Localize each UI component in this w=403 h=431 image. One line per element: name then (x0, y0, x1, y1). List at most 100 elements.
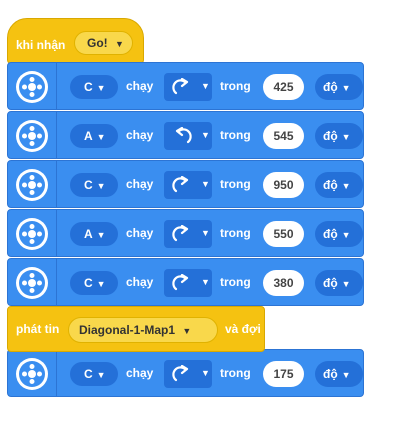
unit-dropdown[interactable]: độ ▼ (315, 361, 363, 387)
run-label: chạy (126, 177, 154, 191)
direction-dropdown[interactable]: ▼ (164, 269, 212, 297)
block-divider (56, 161, 57, 207)
hat-label: khi nhận (16, 38, 66, 52)
chevron-down-icon: ▼ (341, 181, 351, 191)
for-label: trong (220, 226, 251, 240)
amount-input[interactable]: 550 (263, 221, 304, 247)
chevron-down-icon: ▼ (96, 370, 106, 380)
chevron-down-icon: ▼ (341, 230, 351, 240)
run-label: chạy (126, 275, 154, 289)
broadcast-prefix: phát tin (16, 322, 60, 336)
broadcast-and-wait-block[interactable]: phát tin Diagonal-1-Map1 ▼ và đợi (7, 306, 265, 352)
port-label: A (84, 129, 93, 143)
unit-dropdown[interactable]: độ ▼ (315, 270, 363, 296)
motor-run-block[interactable]: C ▼ chạy ▼ trong 425 độ ▼ (7, 62, 364, 110)
port-label: C (84, 367, 93, 381)
motor-icon (16, 71, 48, 103)
motor-run-block[interactable]: A ▼ chạy ▼ trong 545 độ ▼ (7, 111, 364, 159)
block-divider (56, 63, 57, 109)
rotate-clockwise-icon (172, 78, 189, 95)
when-i-receive-hat-block[interactable]: khi nhận Go! ▼ (7, 18, 144, 64)
rotate-clockwise-icon (172, 225, 189, 242)
unit-label: độ (323, 367, 338, 381)
chevron-down-icon: ▼ (115, 39, 124, 49)
direction-dropdown[interactable]: ▼ (164, 360, 212, 388)
direction-dropdown[interactable]: ▼ (164, 171, 212, 199)
motor-run-block[interactable]: C ▼ chạy ▼ trong 175 độ ▼ (7, 349, 364, 397)
motor-icon (16, 120, 48, 152)
amount-input[interactable]: 380 (263, 270, 304, 296)
chevron-down-icon: ▼ (341, 132, 351, 142)
unit-dropdown[interactable]: độ ▼ (315, 221, 363, 247)
unit-dropdown[interactable]: độ ▼ (315, 123, 363, 149)
amount-input[interactable]: 950 (263, 172, 304, 198)
motor-icon (16, 267, 48, 299)
rotate-clockwise-icon (172, 176, 189, 193)
chevron-down-icon: ▼ (96, 132, 106, 142)
broadcast-message-label: Diagonal-1-Map1 (79, 323, 176, 337)
direction-dropdown[interactable]: ▼ (164, 220, 212, 248)
unit-label: độ (323, 227, 338, 241)
rotate-clockwise-icon (172, 274, 189, 291)
amount-input[interactable]: 545 (263, 123, 304, 149)
unit-dropdown[interactable]: độ ▼ (315, 172, 363, 198)
motor-icon (16, 358, 48, 390)
chevron-down-icon: ▼ (96, 279, 106, 289)
chevron-down-icon: ▼ (96, 181, 106, 191)
chevron-down-icon: ▼ (182, 326, 192, 336)
motor-icon (16, 169, 48, 201)
unit-dropdown[interactable]: độ ▼ (315, 74, 363, 100)
broadcast-message-dropdown[interactable]: Diagonal-1-Map1 ▼ (68, 317, 218, 343)
port-dropdown[interactable]: C ▼ (70, 173, 118, 197)
run-label: chạy (126, 128, 154, 142)
motor-run-block[interactable]: C ▼ chạy ▼ trong 380 độ ▼ (7, 258, 364, 306)
unit-label: độ (323, 276, 338, 290)
chevron-down-icon: ▼ (341, 279, 351, 289)
message-dropdown[interactable]: Go! ▼ (74, 31, 133, 55)
port-label: C (84, 178, 93, 192)
block-divider (56, 112, 57, 158)
for-label: trong (220, 128, 251, 142)
run-label: chạy (126, 366, 154, 380)
run-label: chạy (126, 226, 154, 240)
chevron-down-icon: ▼ (201, 81, 210, 91)
port-label: A (84, 227, 93, 241)
unit-label: độ (323, 80, 338, 94)
chevron-down-icon: ▼ (341, 83, 351, 93)
unit-label: độ (323, 178, 338, 192)
unit-label: độ (323, 129, 338, 143)
port-dropdown[interactable]: C ▼ (70, 75, 118, 99)
chevron-down-icon: ▼ (201, 368, 210, 378)
block-divider (56, 350, 57, 396)
chevron-down-icon: ▼ (96, 230, 106, 240)
chevron-down-icon: ▼ (201, 228, 210, 238)
broadcast-suffix: và đợi (225, 322, 261, 336)
for-label: trong (220, 275, 251, 289)
chevron-down-icon: ▼ (341, 370, 351, 380)
block-divider (56, 210, 57, 256)
port-dropdown[interactable]: A ▼ (70, 124, 118, 148)
motor-icon (16, 218, 48, 250)
port-label: C (84, 80, 93, 94)
block-divider (56, 259, 57, 305)
chevron-down-icon: ▼ (201, 130, 210, 140)
motor-run-block[interactable]: A ▼ chạy ▼ trong 550 độ ▼ (7, 209, 364, 257)
amount-input[interactable]: 425 (263, 74, 304, 100)
port-dropdown[interactable]: C ▼ (70, 362, 118, 386)
motor-run-block[interactable]: C ▼ chạy ▼ trong 950 độ ▼ (7, 160, 364, 208)
rotate-clockwise-icon (172, 365, 189, 382)
port-dropdown[interactable]: A ▼ (70, 222, 118, 246)
amount-input[interactable]: 175 (263, 361, 304, 387)
chevron-down-icon: ▼ (201, 179, 210, 189)
direction-dropdown[interactable]: ▼ (164, 73, 212, 101)
for-label: trong (220, 177, 251, 191)
rotate-counterclockwise-icon (175, 127, 192, 144)
chevron-down-icon: ▼ (201, 277, 210, 287)
message-label: Go! (87, 36, 108, 50)
port-dropdown[interactable]: C ▼ (70, 271, 118, 295)
for-label: trong (220, 79, 251, 93)
port-label: C (84, 276, 93, 290)
direction-dropdown[interactable]: ▼ (164, 122, 212, 150)
for-label: trong (220, 366, 251, 380)
chevron-down-icon: ▼ (96, 83, 106, 93)
